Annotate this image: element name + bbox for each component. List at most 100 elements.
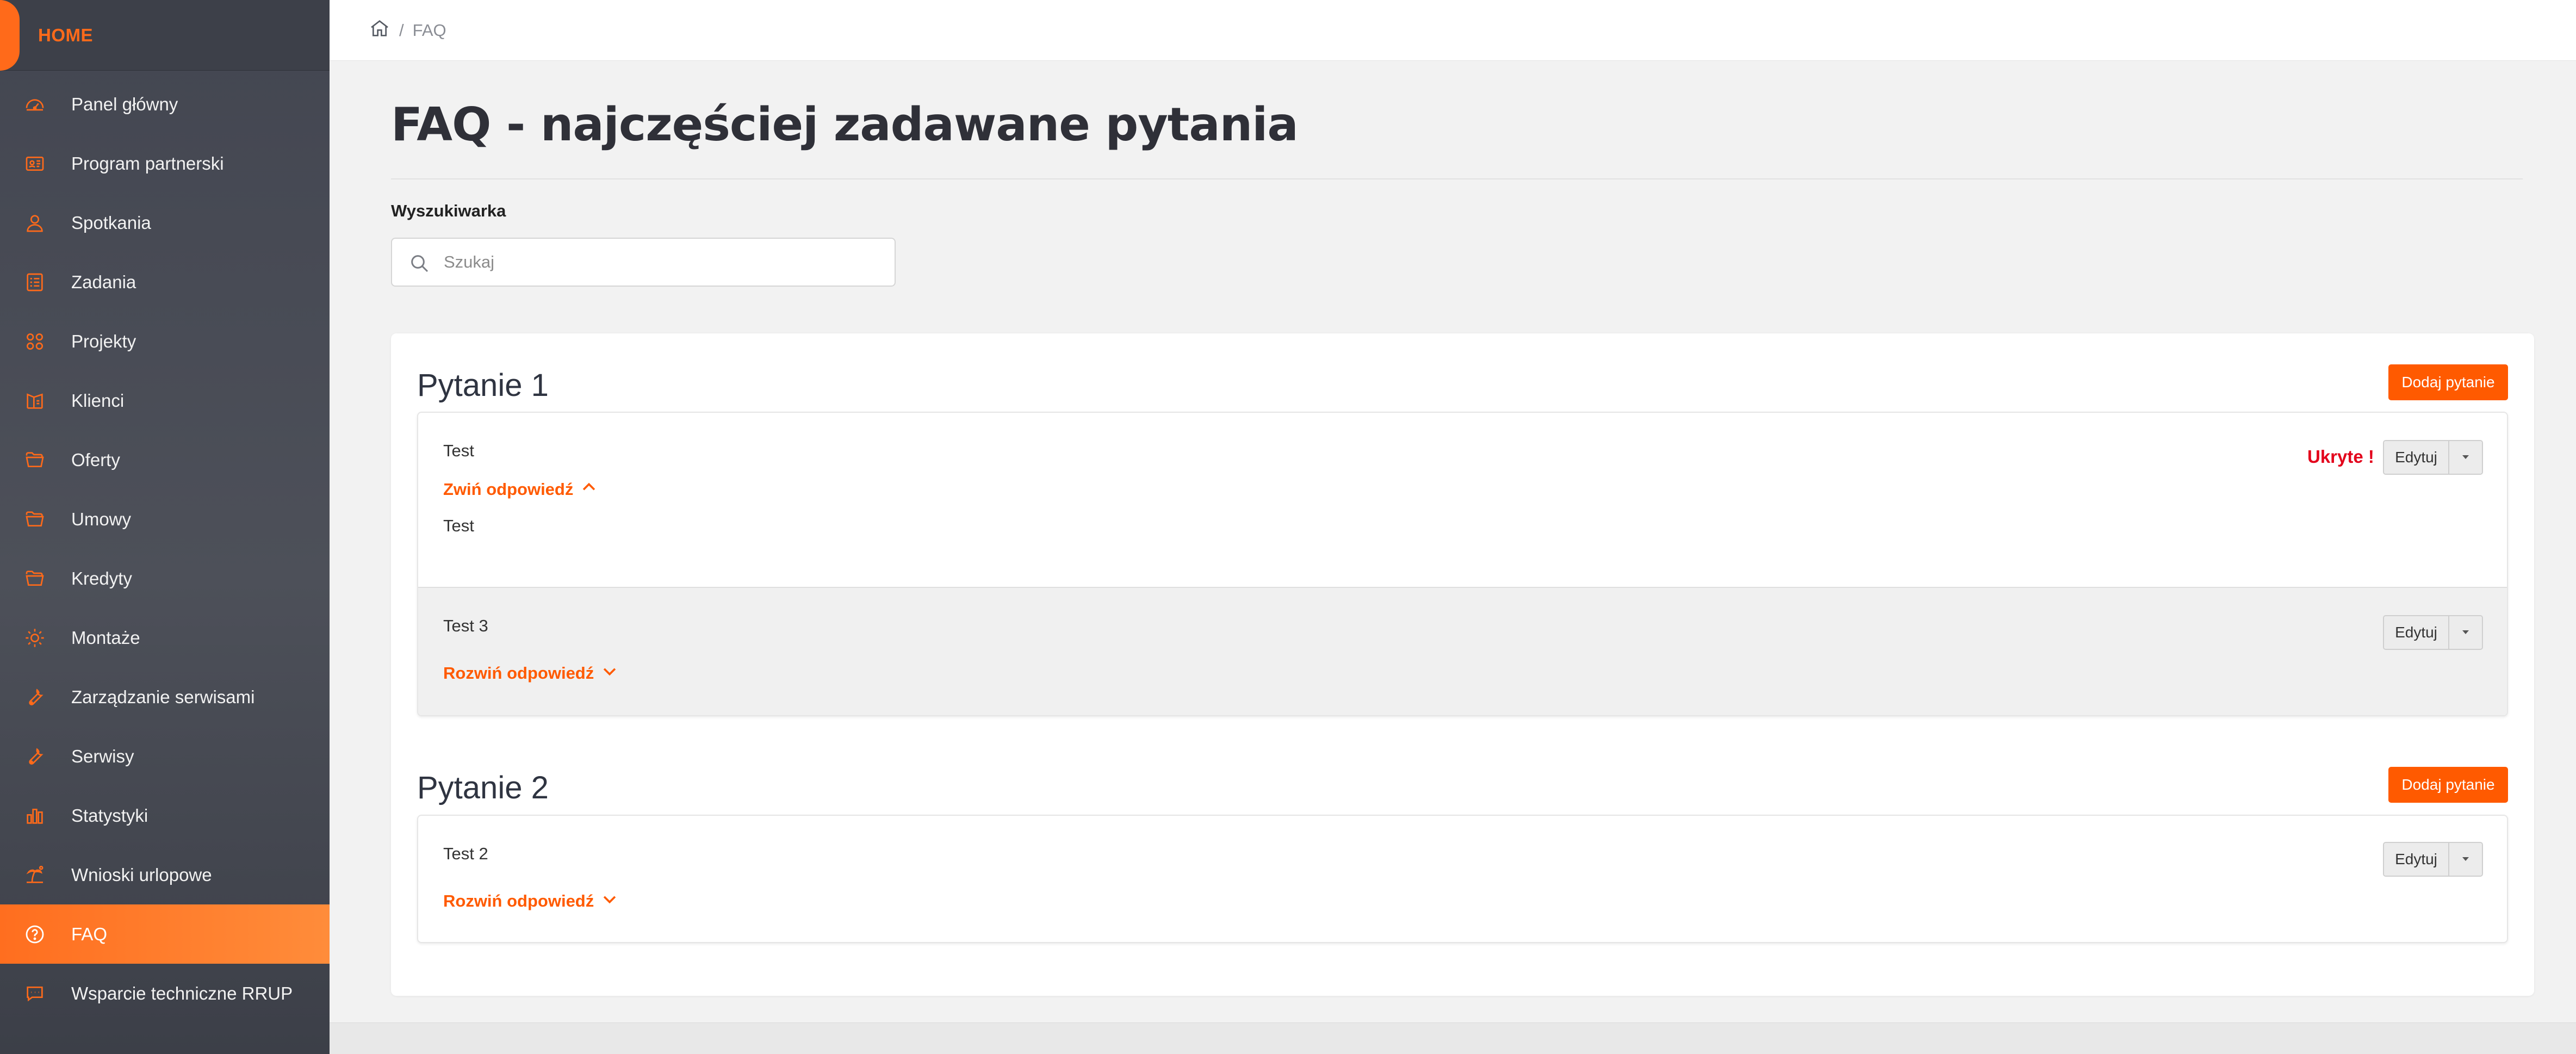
sidebar-item-label: Zarządzanie serwisami: [71, 686, 255, 707]
question-list: Test 2 Rozwiń odpowiedź Edytuj: [417, 815, 2508, 943]
sidebar-item-label: Spotkania: [71, 212, 151, 233]
question-text: Test: [443, 441, 474, 460]
chat-icon: [22, 981, 48, 1007]
sidebar-home-link[interactable]: HOME: [0, 0, 330, 71]
sidebar-item-umowy[interactable]: Umowy: [0, 489, 330, 549]
partner-program-icon: [22, 151, 48, 177]
home-icon[interactable]: [369, 17, 390, 44]
caret-down-icon: [2461, 855, 2471, 864]
meetings-icon: [22, 210, 48, 236]
sidebar-item-projekty[interactable]: Projekty: [0, 312, 330, 371]
topbar: / FAQ: [330, 0, 2576, 61]
sidebar-item-zadania[interactable]: Zadania: [0, 252, 330, 312]
footer-bar: [330, 1022, 2576, 1054]
hidden-status-badge: Ukryte !: [2307, 447, 2374, 467]
sidebar-item-montaze[interactable]: Montaże: [0, 608, 330, 667]
breadcrumb-current: FAQ: [412, 21, 446, 40]
sidebar: HOME Panel główny Program partnerski Spo…: [0, 0, 330, 1054]
folder-icon: [22, 447, 48, 473]
question-circle-icon: [22, 921, 48, 947]
sidebar-item-label: Panel główny: [71, 94, 178, 114]
add-question-button[interactable]: Dodaj pytanie: [2388, 364, 2508, 400]
edit-button[interactable]: Edytuj: [2384, 843, 2449, 876]
projects-icon: [22, 328, 48, 355]
expand-answer-toggle[interactable]: Rozwiń odpowiedź: [443, 890, 619, 913]
sun-icon: [22, 625, 48, 651]
clients-icon: [22, 388, 48, 414]
sidebar-item-label: Kredyty: [71, 568, 132, 588]
add-question-button[interactable]: Dodaj pytanie: [2388, 767, 2508, 803]
edit-button-group: Edytuj: [2383, 615, 2483, 650]
sidebar-item-serwisy[interactable]: Serwisy: [0, 727, 330, 786]
expand-answer-toggle[interactable]: Rozwiń odpowiedź: [443, 662, 619, 685]
sidebar-item-program-partnerski[interactable]: Program partnerski: [0, 134, 330, 193]
sidebar-item-oferty[interactable]: Oferty: [0, 430, 330, 489]
sidebar-item-statystyki[interactable]: Statystyki: [0, 786, 330, 845]
sidebar-item-klienci[interactable]: Klienci: [0, 371, 330, 430]
chevron-down-icon: [600, 890, 619, 913]
toggle-label: Zwiń odpowiedź: [443, 480, 574, 499]
home-label: HOME: [38, 25, 93, 45]
sidebar-item-wsparcie-techniczne[interactable]: Wsparcie techniczne RRUP: [0, 964, 330, 1023]
question-item: Test Zwiń odpowiedź Test Ukryte ! Edytuj: [418, 413, 2507, 587]
dashboard-icon: [22, 91, 48, 117]
sidebar-item-label: Program partnerski: [71, 153, 224, 173]
sidebar-item-label: Umowy: [71, 509, 132, 529]
sidebar-item-label: Oferty: [71, 449, 120, 470]
tasks-icon: [22, 269, 48, 295]
sidebar-item-label: Klienci: [71, 390, 125, 411]
bar-chart-icon: [22, 803, 48, 829]
home-accent-tab: [0, 0, 20, 71]
caret-down-icon: [2461, 629, 2471, 637]
chevron-down-icon: [600, 662, 619, 685]
answer-text: Test: [443, 516, 474, 535]
sidebar-item-label: Wsparcie techniczne RRUP: [71, 983, 293, 1003]
sidebar-nav: Panel główny Program partnerski Spotkani…: [0, 75, 330, 1023]
section-title: Pytanie 2: [417, 770, 549, 805]
faq-card: Pytanie 1 Dodaj pytanie Test Zwiń odpowi…: [391, 333, 2534, 996]
search-box: [391, 238, 896, 287]
question-text: Test 3: [443, 616, 488, 635]
edit-dropdown-toggle[interactable]: [2449, 843, 2482, 876]
sidebar-item-label: Serwisy: [71, 746, 134, 766]
question-item: Test 3 Rozwiń odpowiedź Edytuj: [418, 587, 2507, 715]
edit-dropdown-toggle[interactable]: [2449, 441, 2482, 474]
edit-button[interactable]: Edytuj: [2384, 441, 2449, 474]
sidebar-item-label: FAQ: [71, 923, 108, 944]
toggle-label: Rozwiń odpowiedź: [443, 891, 594, 910]
folder-icon: [22, 566, 48, 592]
sidebar-item-label: Statystyki: [71, 805, 148, 826]
sidebar-item-kredyty[interactable]: Kredyty: [0, 549, 330, 608]
edit-button-group: Edytuj: [2383, 440, 2483, 475]
search-input[interactable]: [444, 239, 879, 286]
sidebar-item-panel-glowny[interactable]: Panel główny: [0, 75, 330, 134]
edit-button-group: Edytuj: [2383, 842, 2483, 877]
search-label: Wyszukiwarka: [391, 201, 506, 220]
section-title: Pytanie 1: [417, 368, 549, 403]
sidebar-item-label: Zadania: [71, 271, 136, 292]
title-divider: [391, 178, 2523, 179]
chevron-up-icon: [580, 478, 598, 501]
folder-icon: [22, 506, 48, 532]
sidebar-item-faq[interactable]: FAQ: [0, 904, 330, 964]
sidebar-item-wnioski-urlopowe[interactable]: Wnioski urlopowe: [0, 845, 330, 904]
question-text: Test 2: [443, 844, 488, 863]
sidebar-item-label: Montaże: [71, 627, 140, 648]
vacation-icon: [22, 862, 48, 888]
question-list: Test Zwiń odpowiedź Test Ukryte ! Edytuj: [417, 412, 2508, 716]
sidebar-item-label: Wnioski urlopowe: [71, 864, 212, 885]
wrench-icon: [22, 743, 48, 770]
breadcrumb: / FAQ: [369, 0, 446, 61]
sidebar-item-zarzadzanie-serwisami[interactable]: Zarządzanie serwisami: [0, 667, 330, 727]
question-item: Test 2 Rozwiń odpowiedź Edytuj: [418, 816, 2507, 942]
page-title: FAQ - najczęściej zadawane pytania: [391, 98, 1299, 152]
collapse-answer-toggle[interactable]: Zwiń odpowiedź: [443, 478, 598, 501]
edit-button[interactable]: Edytuj: [2384, 616, 2449, 649]
sidebar-item-spotkania[interactable]: Spotkania: [0, 193, 330, 252]
caret-down-icon: [2461, 454, 2471, 462]
edit-dropdown-toggle[interactable]: [2449, 616, 2482, 649]
breadcrumb-separator: /: [399, 21, 404, 40]
sidebar-item-label: Projekty: [71, 331, 136, 351]
toggle-label: Rozwiń odpowiedź: [443, 664, 594, 683]
wrench-icon: [22, 684, 48, 710]
